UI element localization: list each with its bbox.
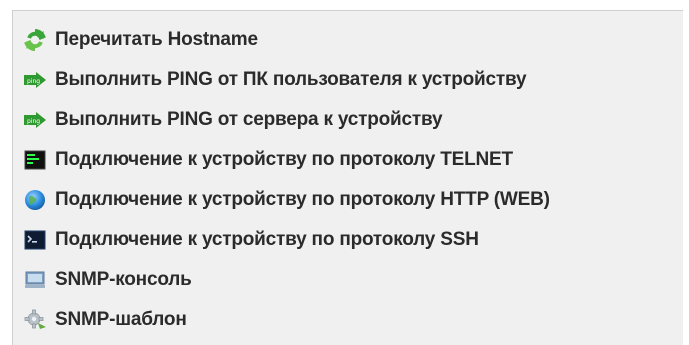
terminal-icon [23, 148, 47, 172]
menu-item-ping-from-user-pc[interactable]: ping Выполнить PING от ПК пользователя к… [23, 65, 527, 95]
menu-item-label: SNMP-шаблон [55, 309, 187, 330]
computer-icon [23, 268, 47, 292]
menu-item-ssh[interactable]: Подключение к устройству по протоколу SS… [23, 225, 479, 255]
menu-item-snmp-console[interactable]: SNMP-консоль [23, 265, 192, 295]
globe-icon [23, 188, 47, 212]
menu-item-http-web[interactable]: Подключение к устройству по протоколу HT… [23, 185, 550, 215]
menu-item-label: Перечитать Hostname [55, 29, 258, 50]
ping-icon: ping [23, 68, 47, 92]
gear-icon [23, 308, 47, 332]
menu-item-reread-hostname[interactable]: Перечитать Hostname [23, 25, 258, 55]
menu-item-telnet[interactable]: Подключение к устройству по протоколу TE… [23, 145, 513, 175]
menu-item-label: Выполнить PING от сервера к устройству [55, 109, 443, 130]
menu-item-label: Подключение к устройству по протоколу HT… [55, 189, 550, 210]
menu-item-label: Подключение к устройству по протоколу TE… [55, 149, 513, 170]
context-menu: Перечитать Hostname ping Выполнить PING … [12, 10, 683, 345]
menu-item-snmp-template[interactable]: SNMP-шаблон [23, 305, 187, 335]
ping-icon: ping [23, 108, 47, 132]
ssh-terminal-icon [23, 228, 47, 252]
menu-item-label: Подключение к устройству по протоколу SS… [55, 229, 479, 250]
menu-item-ping-from-server[interactable]: ping Выполнить PING от сервера к устройс… [23, 105, 443, 135]
menu-item-label: Выполнить PING от ПК пользователя к устр… [55, 69, 527, 90]
refresh-icon [23, 28, 47, 52]
svg-text:ping: ping [27, 78, 40, 85]
svg-text:ping: ping [27, 118, 40, 125]
menu-item-label: SNMP-консоль [55, 269, 192, 290]
